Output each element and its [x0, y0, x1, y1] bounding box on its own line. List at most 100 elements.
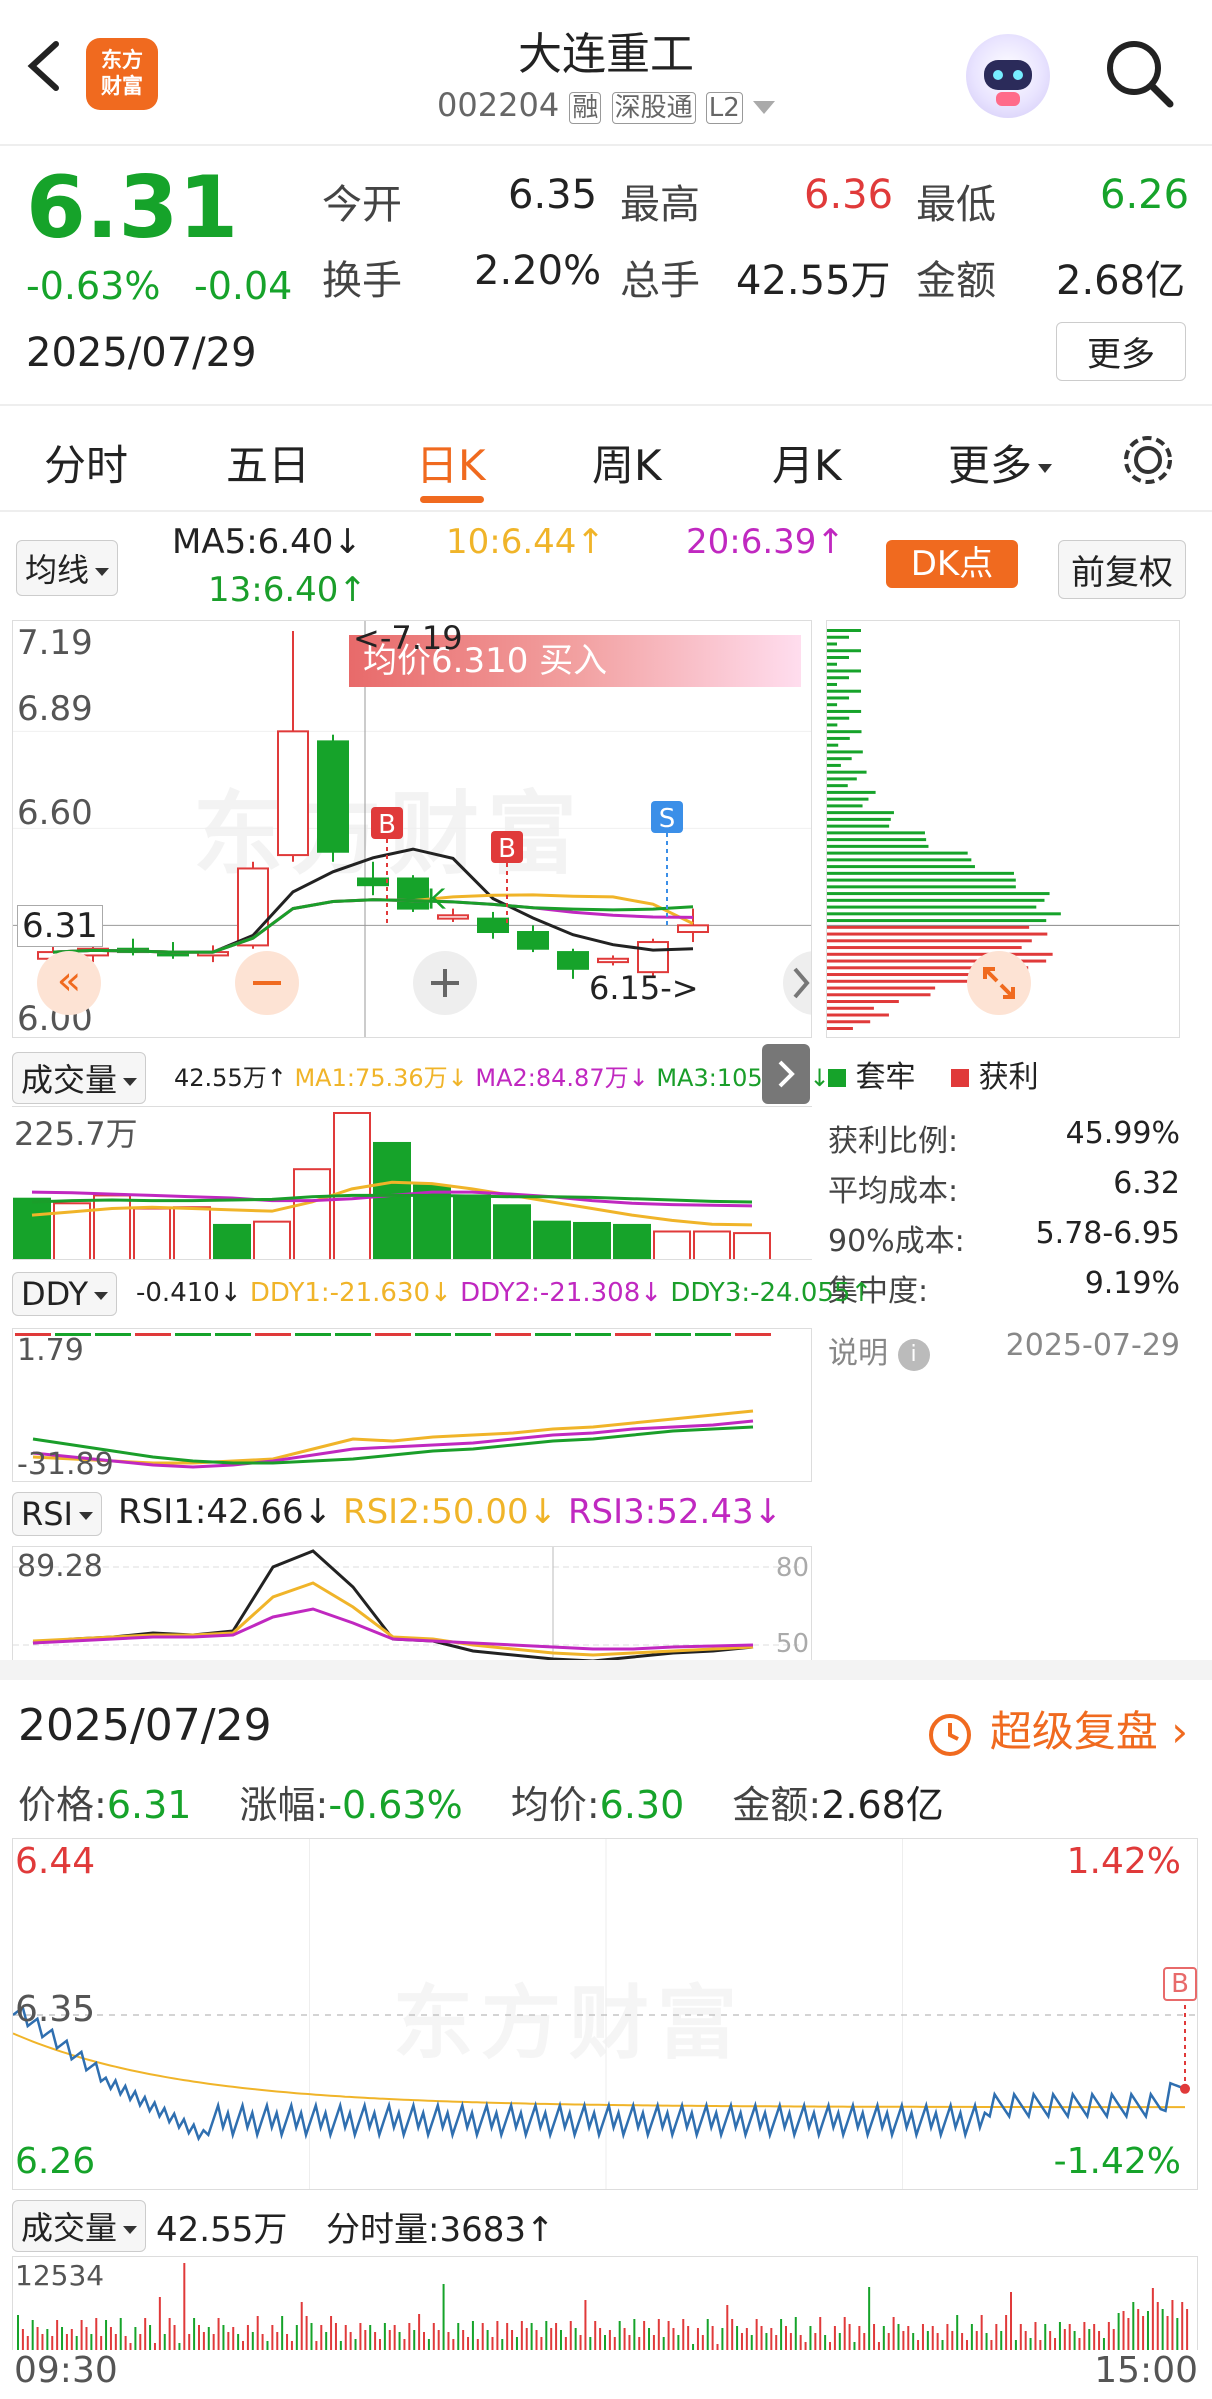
- candle-body: [557, 951, 589, 970]
- chip-bar: [827, 865, 975, 869]
- intraday-volume-bar: [1034, 2322, 1037, 2350]
- chip-bar: [827, 716, 850, 720]
- intraday-volume-bar: [437, 2330, 440, 2350]
- intraday-volume-chart[interactable]: 12534: [12, 2256, 1198, 2350]
- volume-bar: [453, 1194, 491, 1259]
- more-quote-button[interactable]: 更多: [1056, 322, 1186, 381]
- chevron-down-icon: [78, 1512, 93, 1520]
- ddy-chart[interactable]: 1.79 -31.89: [12, 1328, 812, 1482]
- intraday-volume-bar: [286, 2334, 289, 2350]
- intraday-volume-bar: [838, 2333, 841, 2350]
- ddy-indicator-select[interactable]: DDY: [12, 1272, 118, 1316]
- note-link[interactable]: 说明 i: [828, 1328, 930, 1372]
- intraday-pct-top: 1.42%: [1066, 1841, 1181, 1882]
- intraday-volume-bar: [413, 2330, 416, 2350]
- intraday-volume-bar: [271, 2325, 274, 2350]
- volume-indicator-select[interactable]: 成交量: [12, 1052, 147, 1104]
- intraday-volume-bar: [173, 2325, 176, 2350]
- intraday-volume-bar: [378, 2339, 381, 2350]
- chevron-right-icon: [793, 967, 810, 999]
- chip-bar: [827, 817, 891, 821]
- chip-bar: [827, 946, 1022, 950]
- chip-bar: [827, 635, 850, 639]
- scroll-right-button[interactable]: [783, 951, 811, 1015]
- intraday-buy-signal[interactable]: B: [1163, 1967, 1197, 2001]
- tab-monthly-k[interactable]: 月K: [772, 432, 842, 493]
- tab-more[interactable]: 更多: [948, 432, 1053, 493]
- tab-daily-k[interactable]: 日K: [416, 432, 486, 493]
- chip-distribution[interactable]: [826, 620, 1180, 1038]
- volume-ma1: MA1:75.36万↓: [294, 1064, 468, 1092]
- ddy2-line: [32, 1419, 754, 1469]
- intraday-volume-bar: [677, 2335, 680, 2350]
- intraday-volume-bar: [608, 2330, 611, 2350]
- intraday-volume-bar: [799, 2335, 802, 2350]
- intraday-volume-bar: [696, 2328, 699, 2350]
- volume-bar: [213, 1223, 251, 1259]
- rsi-chart[interactable]: 89.28 80 50: [12, 1546, 812, 1660]
- chip-bar: [827, 703, 838, 707]
- intraday-chart[interactable]: 东方财富 6.44 6.35 6.26 1.42% -1.42% B: [12, 1838, 1198, 2190]
- candle-body: [357, 877, 389, 887]
- intraday-volume-bar: [917, 2340, 920, 2350]
- time-start: 09:30: [14, 2350, 118, 2391]
- dk-point-button[interactable]: DK点: [886, 540, 1018, 588]
- robot-assistant-icon[interactable]: [966, 34, 1050, 118]
- tab-intraday[interactable]: 分时: [44, 432, 128, 493]
- search-icon[interactable]: [1100, 34, 1180, 114]
- intraday-volume-bar: [887, 2333, 890, 2350]
- intraday-volume-bar: [290, 2341, 293, 2350]
- zoom-out-button[interactable]: [235, 951, 299, 1015]
- zoom-in-button[interactable]: [413, 951, 477, 1015]
- super-review-link[interactable]: 超级复盘 ›: [924, 1698, 1188, 1761]
- intraday-tick-volume: 分时量:3683↑: [326, 2210, 555, 2250]
- intraday-volume-bar: [295, 2325, 298, 2350]
- volume-chart[interactable]: 225.7万: [12, 1106, 812, 1260]
- intraday-volume-bar: [740, 2333, 743, 2350]
- intraday-volume-bar: [1166, 2316, 1169, 2350]
- stock-code: 002204: [437, 86, 560, 124]
- intraday-volume-bar: [1122, 2311, 1125, 2350]
- volume-bar: [613, 1223, 651, 1259]
- chevron-down-icon: [95, 568, 110, 576]
- indicator-select[interactable]: 均线: [16, 540, 119, 596]
- volume-bar: [493, 1204, 531, 1259]
- ma10-value: 10:6.44↑: [446, 522, 605, 562]
- adjust-mode-button[interactable]: 前复权: [1058, 540, 1186, 599]
- intraday-volume-bar: [491, 2337, 494, 2350]
- chip-bar: [827, 642, 838, 646]
- panel-expand-button[interactable]: [762, 1044, 810, 1104]
- intraday-volume-bar: [442, 2284, 445, 2350]
- tab-weekly-k[interactable]: 周K: [592, 432, 662, 493]
- intraday-volume-bar: [1093, 2324, 1096, 2350]
- ddy-bar: [255, 1333, 291, 1336]
- amount-value: 2.68亿: [1056, 258, 1186, 304]
- rsi-indicator-select[interactable]: RSI: [12, 1492, 102, 1536]
- intraday-volume-bar: [41, 2334, 44, 2350]
- chip-bar: [827, 898, 1045, 902]
- intraday-volume-bar: [364, 2330, 367, 2350]
- intraday-volume-select[interactable]: 成交量: [12, 2200, 147, 2252]
- intraday-volume-bar: [638, 2337, 641, 2350]
- intraday-volume-bar: [809, 2326, 812, 2350]
- rsi1-value: RSI1:42.66↓: [118, 1492, 333, 1532]
- chip-bar: [827, 851, 968, 855]
- tab-five-day[interactable]: 五日: [226, 432, 310, 493]
- change-value: -0.63%: [328, 1783, 463, 1827]
- candle-body: [677, 924, 709, 934]
- chip-expand-button[interactable]: [967, 951, 1031, 1015]
- intraday-last-point: [1180, 2083, 1190, 2094]
- change-value: -0.04: [194, 264, 293, 308]
- scroll-left-button[interactable]: «: [37, 951, 101, 1015]
- intraday-volume-bar: [975, 2331, 978, 2350]
- chip-bar: [827, 784, 848, 788]
- intraday-volume-bar: [217, 2318, 220, 2350]
- chip-bar: [827, 979, 983, 983]
- rsi2-value: RSI2:50.00↓: [342, 1492, 558, 1532]
- settings-gear-icon[interactable]: [1118, 430, 1178, 490]
- rsi3-value: RSI3:52.43↓: [567, 1492, 783, 1532]
- kline-chart[interactable]: 东方财富 BBSK 7.19 6.89 6.60 6.00 6.31 均价6.3…: [12, 620, 812, 1038]
- intraday-volume-bar: [188, 2334, 191, 2350]
- badge-margin: 融: [569, 92, 602, 124]
- low-label: 最低: [916, 182, 996, 228]
